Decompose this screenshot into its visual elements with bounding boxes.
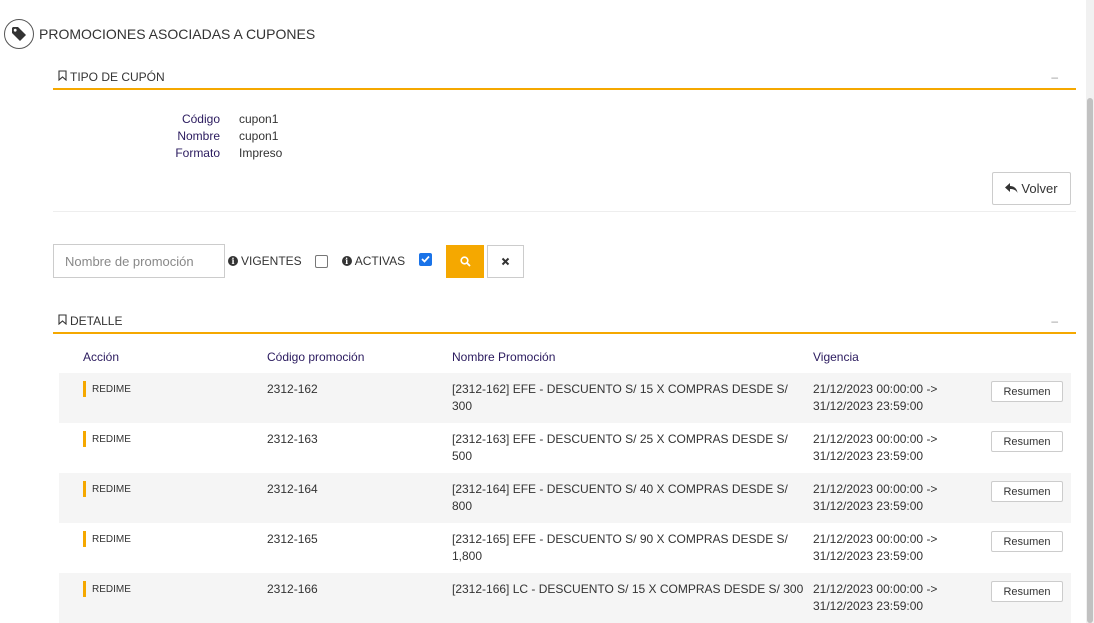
detail-section-header: DETALLE – [53,309,1076,334]
action-badge: REDIME [83,581,267,597]
filter-bar: i VIGENTES i ACTIVAS [53,244,525,278]
table-body: REDIME 2312-162 [2312-162] EFE - DESCUEN… [59,373,1071,623]
vertical-scrollbar[interactable] [1086,0,1094,623]
activas-checkbox[interactable] [419,252,433,266]
promotions-table: Acción Código promoción Nombre Promoción… [59,341,1071,623]
column-header-codigo: Código promoción [267,350,365,364]
info-icon: i [228,256,238,266]
info-icon: i [341,256,352,266]
column-header-accion: Acción [83,350,120,364]
coupon-field-nombre: Nombre cupon1 [160,127,282,144]
promotion-validity: 21/12/2023 00:00:00 -> 31/12/2023 23:59:… [813,582,938,613]
action-badge: REDIME [83,431,267,447]
vigentes-filter: i VIGENTES [228,254,328,268]
field-label: Nombre [177,128,220,143]
table-row: REDIME 2312-163 [2312-163] EFE - DESCUEN… [59,423,1071,473]
promotion-validity: 21/12/2023 00:00:00 -> 31/12/2023 23:59:… [813,432,938,463]
resumen-button[interactable]: Resumen [991,381,1063,402]
promotion-validity: 21/12/2023 00:00:00 -> 31/12/2023 23:59:… [813,482,938,513]
collapse-coupon-section-icon[interactable]: – [1051,70,1058,84]
action-badge: REDIME [83,531,267,547]
field-value: cupon1 [239,111,279,126]
action-badge: REDIME [83,481,267,497]
promotion-name: [2312-163] EFE - DESCUENTO S/ 25 X COMPR… [452,432,788,463]
page-title: PROMOCIONES ASOCIADAS A CUPONES [39,26,316,42]
bookmark-icon [58,313,67,328]
resumen-button[interactable]: Resumen [991,431,1063,452]
divider [53,211,1076,212]
detail-section-title: DETALLE [70,313,123,328]
field-value: Impreso [239,145,283,160]
promotion-name: [2312-164] EFE - DESCUENTO S/ 40 X COMPR… [452,482,788,513]
action-badge: REDIME [83,381,267,397]
scrollbar-thumb[interactable] [1087,98,1093,623]
activas-filter: i ACTIVAS [341,252,433,268]
search-icon [460,255,471,267]
coupon-field-formato: Formato Impreso [160,144,282,161]
clear-button[interactable] [487,244,525,278]
field-label: Código [181,111,220,126]
search-button[interactable] [446,244,485,278]
promotion-validity: 21/12/2023 00:00:00 -> 31/12/2023 23:59:… [813,382,938,413]
back-button-label: Volver [1021,181,1058,196]
promotion-name-search-input[interactable] [53,244,225,278]
table-row: REDIME 2312-162 [2312-162] EFE - DESCUEN… [59,373,1071,423]
resumen-button[interactable]: Resumen [991,531,1063,552]
activas-label: ACTIVAS [354,254,406,268]
promotion-code: 2312-166 [267,582,318,596]
column-header-vigencia: Vigencia [813,350,859,364]
coupon-field-codigo: Código cupon1 [160,110,282,127]
promotion-name: [2312-162] EFE - DESCUENTO S/ 15 X COMPR… [452,382,788,413]
table-row: REDIME 2312-166 [2312-166] LC - DESCUENT… [59,573,1071,623]
back-button[interactable]: Volver [992,172,1071,205]
promotion-code: 2312-163 [267,432,318,446]
table-row: REDIME 2312-165 [2312-165] EFE - DESCUEN… [59,523,1071,573]
table-row: REDIME 2312-164 [2312-164] EFE - DESCUEN… [59,473,1071,523]
table-header: Acción Código promoción Nombre Promoción… [59,341,1071,373]
vigentes-label: VIGENTES [241,254,302,268]
promotion-code: 2312-165 [267,532,318,546]
column-header-nombre: Nombre Promoción [452,350,556,364]
field-value: cupon1 [239,128,279,143]
coupon-section-title: TIPO DE CUPÓN [70,69,165,84]
reply-arrow-icon [1005,183,1018,193]
coupon-section-header: TIPO DE CUPÓN – [53,65,1076,90]
vigentes-checkbox[interactable] [314,254,328,268]
close-icon [501,257,510,265]
bookmark-icon [58,69,67,84]
promotion-validity: 21/12/2023 00:00:00 -> 31/12/2023 23:59:… [813,532,938,563]
resumen-button[interactable]: Resumen [991,581,1063,602]
promotion-code: 2312-164 [267,482,318,496]
coupon-info: Código cupon1 Nombre cupon1 Formato Impr… [160,110,282,161]
collapse-detail-section-icon[interactable]: – [1051,314,1058,328]
promotion-name: [2312-165] EFE - DESCUENTO S/ 90 X COMPR… [452,532,788,563]
field-label: Formato [175,145,220,160]
page-header: PROMOCIONES ASOCIADAS A CUPONES [4,19,315,49]
tag-icon [4,19,34,49]
promotion-code: 2312-162 [267,382,318,396]
resumen-button[interactable]: Resumen [991,481,1063,502]
promotion-name: [2312-166] LC - DESCUENTO S/ 15 X COMPRA… [452,582,804,596]
